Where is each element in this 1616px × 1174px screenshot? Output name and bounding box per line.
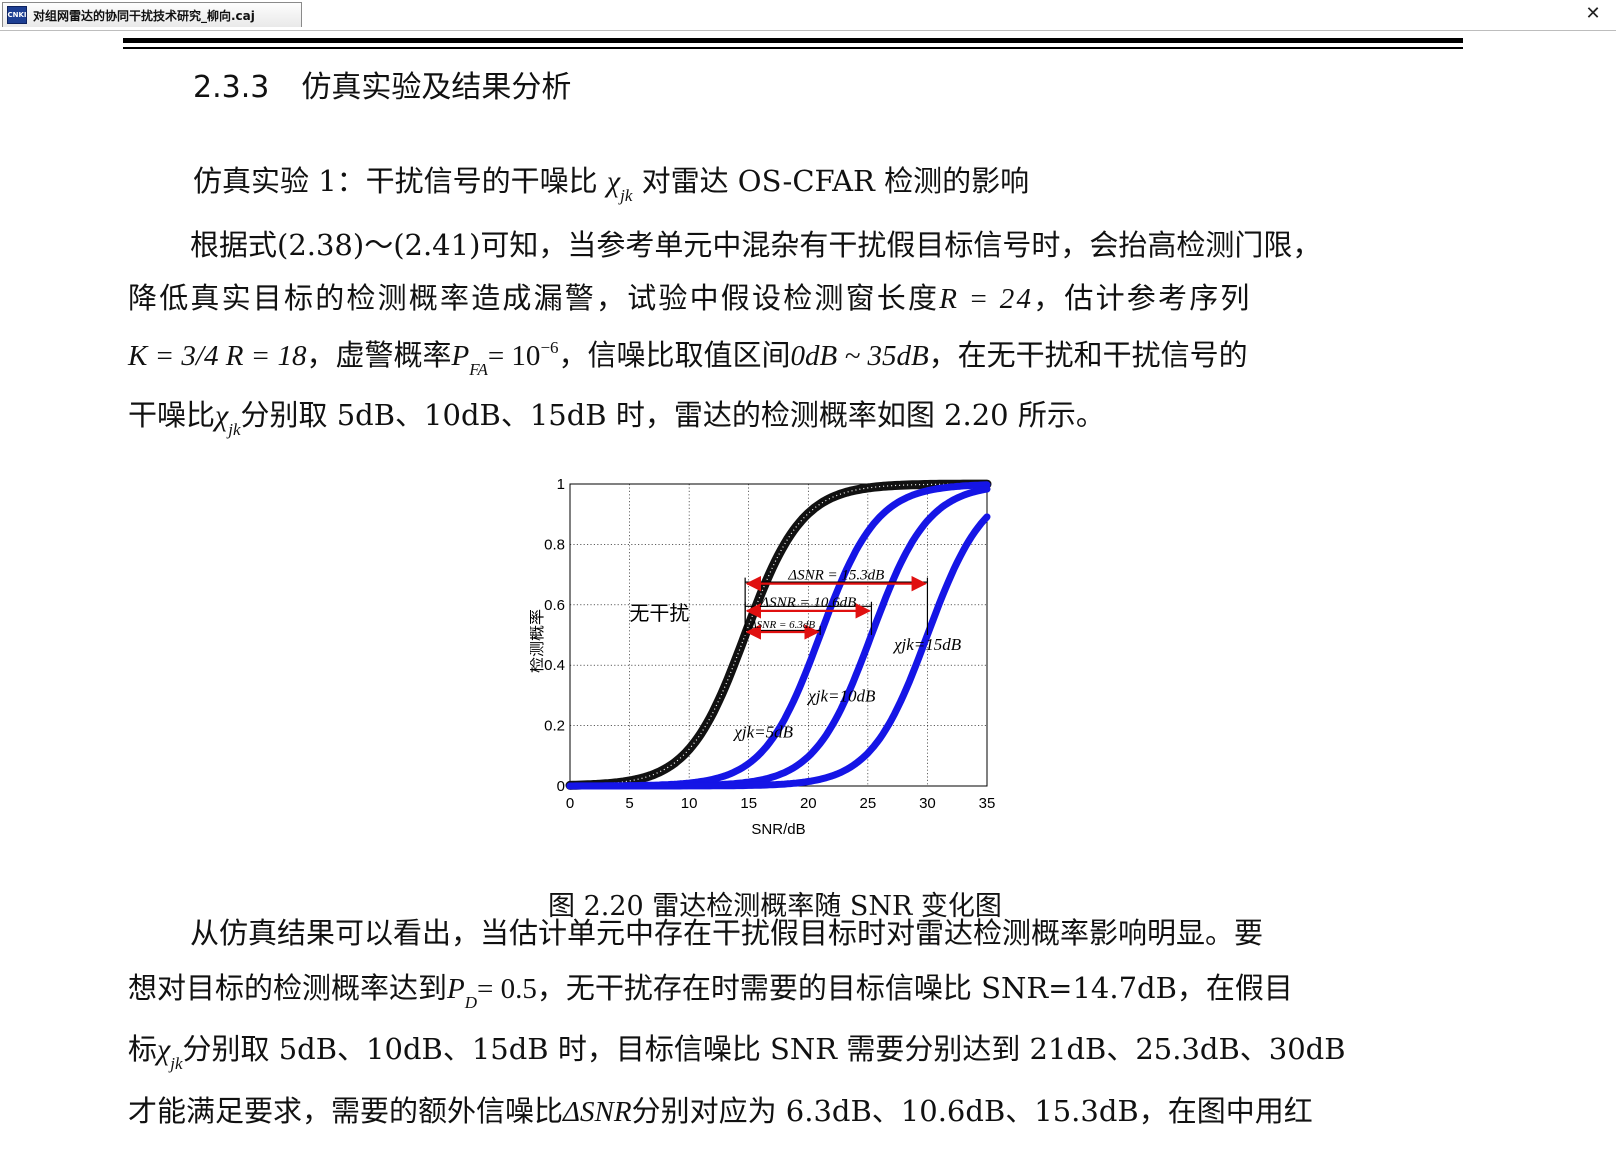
para2-line3: 标χjk分别取 5dB、10dB、15dB 时，目标信噪比 SNR 需要分别达到… — [128, 1026, 1346, 1074]
chi-subscript: jk — [620, 186, 633, 205]
pd-subscript: D — [464, 993, 478, 1012]
delta-snr-symbol: ΔSNR — [563, 1096, 632, 1128]
para2-line3-text-b: 分别取 5dB、10dB、15dB 时，目标信噪比 SNR 需要分别达到 21d… — [182, 1032, 1346, 1066]
chi-symbol: χ — [215, 399, 229, 432]
section-heading: 2.3.3 仿真实验及结果分析 — [193, 62, 571, 106]
pfa-symbol: P — [451, 340, 470, 372]
para2-line2-text-b: ，无干扰存在时需要的目标信噪比 SNR=14.7dB，在假目 — [536, 971, 1293, 1005]
chart-svg: 0 5 10 15 20 25 30 35 0 0.2 0.4 0.6 0.8 1 SNR/dB 检测概率 ΔS… — [527, 476, 996, 838]
experiment-title: 仿真实验 1：干扰信号的干噪比 χjk 对雷达 OS-CFAR 检测的影响 — [193, 158, 1029, 206]
document-tab[interactable]: CNKI 对组网雷达的协同干扰技术研究_柳向.caj — [2, 2, 302, 27]
chi-subscript: jk — [228, 420, 241, 439]
curve-label-no-jamming: 无干扰 — [629, 601, 689, 625]
para2-line4-text: 才能满足要求，需要的额外信噪比 — [128, 1094, 564, 1128]
section-number: 2.3.3 — [193, 70, 270, 105]
para2-line1: 从仿真结果可以看出，当估计单元中存在干扰假目标时对雷达检测概率影响明显。要 — [190, 916, 1264, 950]
pd-symbol: P — [447, 973, 465, 1005]
y-tick-label: 0.2 — [544, 718, 565, 735]
para1-line4-text-b: 分别取 5dB、10dB、15dB 时，雷达的检测概率如图 2.20 所示。 — [240, 398, 1105, 432]
y-tick-label: 0.4 — [544, 657, 565, 674]
para1-line3: K = 3/4 R = 18，虚警概率PFA= 10−6，信噪比取值区间0dB … — [128, 332, 1248, 380]
window-length-formula: R = 24 — [939, 283, 1034, 315]
chi-subscript: jk — [170, 1054, 183, 1073]
para1-line1: 根据式(2.38)～(2.41)可知，当参考单元中混杂有干扰假目标信号时，会抬高… — [190, 228, 1322, 262]
reference-formula: K = 3/4 R = 18 — [128, 340, 307, 372]
snr-range: 0dB ~ 35dB — [790, 340, 929, 372]
curve-label-jamming: χjk=10dB — [806, 686, 876, 705]
header-rule-thin — [123, 47, 1463, 49]
x-tick-label: 0 — [566, 795, 574, 812]
para2-line4: 才能满足要求，需要的额外信噪比ΔSNR分别对应为 6.3dB、10.6dB、15… — [128, 1088, 1313, 1130]
pfa-value: = 10 — [487, 340, 541, 372]
document-tab-title: 对组网雷达的协同干扰技术研究_柳向.caj — [33, 8, 255, 23]
x-tick-label: 20 — [800, 795, 817, 812]
para1-line3-text-b: ，信噪比取值区间 — [558, 338, 791, 372]
header-rule-thick — [123, 38, 1463, 43]
chi-symbol: χ — [157, 1033, 171, 1066]
para1-line4-text: 干噪比 — [128, 398, 216, 432]
delta-snr-label: ΔSNR = 15.3dB — [787, 568, 884, 584]
delta-snr-label: ΔSNR = 10.6dB — [759, 595, 856, 611]
x-tick-label: 15 — [740, 795, 757, 812]
experiment-lead: 仿真实验 1：干扰信号的干噪比 — [193, 164, 598, 198]
x-tick-label: 30 — [919, 795, 936, 812]
para1-line3-text: ，虚警概率 — [306, 338, 452, 372]
para2-line4-text-b: 分别对应为 6.3dB、10.6dB、15.3dB，在图中用红 — [631, 1094, 1313, 1128]
para2-line2: 想对目标的检测概率达到PD= 0.5，无干扰存在时需要的目标信噪比 SNR=14… — [128, 965, 1293, 1013]
pd-value: = 0.5 — [477, 973, 537, 1005]
y-tick-label: 0.8 — [544, 536, 565, 553]
y-axis-label: 检测概率 — [530, 609, 546, 673]
para1-line2-text: 降低真实目标的检测概率造成漏警，试验中假设检测窗长度 — [128, 281, 940, 315]
x-tick-label: 35 — [979, 795, 996, 812]
para1-line4: 干噪比χjk分别取 5dB、10dB、15dB 时，雷达的检测概率如图 2.20… — [128, 392, 1105, 440]
chi-symbol: χ — [606, 165, 621, 198]
delta-snr-label: ΔSNR = 6.3dB — [749, 619, 815, 631]
close-icon[interactable]: ✕ — [1582, 4, 1604, 24]
pfa-subscript: FA — [469, 360, 488, 379]
para2-line3-text: 标 — [128, 1032, 158, 1066]
cnki-app-icon: CNKI — [7, 6, 27, 24]
y-tick-label: 0.6 — [544, 597, 565, 614]
y-tick-label: 0 — [557, 778, 565, 795]
x-tick-label: 10 — [681, 795, 698, 812]
x-tick-label: 5 — [625, 795, 633, 812]
curve-label-jamming: χjk=15dB — [892, 635, 962, 654]
para2-line2-text: 想对目标的检测概率达到 — [128, 971, 448, 1005]
window-titlebar: CNKI 对组网雷达的协同干扰技术研究_柳向.caj ✕ — [0, 0, 1616, 31]
detection-probability-chart: 0 5 10 15 20 25 30 35 0 0.2 0.4 0.6 0.8 1 SNR/dB 检测概率 ΔS… — [527, 476, 1050, 868]
x-axis-label: SNR/dB — [751, 821, 805, 838]
para1-line3-text-c: ，在无干扰和干扰信号的 — [928, 338, 1248, 372]
y-tick-label: 1 — [557, 478, 565, 493]
para1-line2: 降低真实目标的检测概率造成漏警，试验中假设检测窗长度R = 24，估计参考序列 — [128, 275, 1252, 317]
curve-label-jamming: χjk=5dB — [732, 723, 793, 742]
para1-line2-text-b: ，估计参考序列 — [1033, 281, 1252, 315]
experiment-tail: 对雷达 OS-CFAR 检测的影响 — [641, 164, 1030, 198]
section-title: 仿真实验及结果分析 — [301, 70, 572, 105]
x-tick-label: 25 — [860, 795, 877, 812]
pfa-exponent: −6 — [540, 338, 559, 357]
